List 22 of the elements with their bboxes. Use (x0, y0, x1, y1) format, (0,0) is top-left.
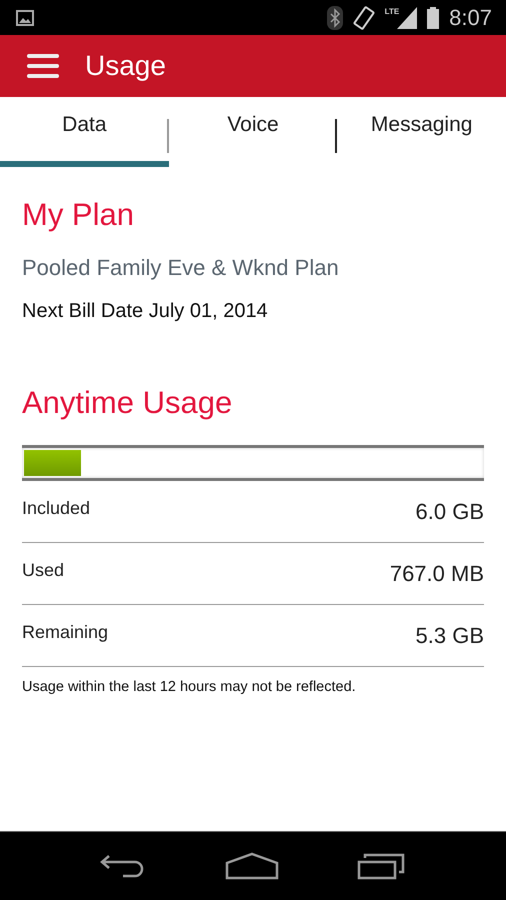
usage-value: 767.0 MB (390, 560, 484, 586)
status-time: 8:07 (449, 4, 492, 30)
section-heading: My Plan (22, 197, 135, 233)
bill-date: Next Bill Date July 01, 2014 (22, 300, 269, 323)
usage-value: 6.0 GB (416, 498, 484, 524)
vibrate-phone-icon (352, 6, 375, 30)
recent-apps-icon[interactable] (357, 852, 407, 880)
battery-icon (427, 6, 440, 28)
bluetooth-icon (326, 6, 343, 30)
usage-note: Usage within the last 12 hours may not be reflected. (22, 679, 357, 695)
app-title: Usage (85, 50, 166, 82)
menu-icon[interactable] (27, 53, 59, 79)
usage-label: Remaining (22, 622, 108, 643)
image-icon (16, 10, 34, 26)
usage-value: 5.3 GB (416, 622, 484, 648)
section-heading: Anytime Usage (22, 385, 234, 421)
usage-label: Used (22, 560, 64, 581)
network-type: LTE (384, 7, 400, 16)
home-icon[interactable] (225, 852, 279, 880)
plan-name: Pooled Family Eve & Wknd Plan (22, 255, 340, 281)
signal-icon (397, 6, 418, 28)
usage-label: Included (22, 498, 90, 519)
